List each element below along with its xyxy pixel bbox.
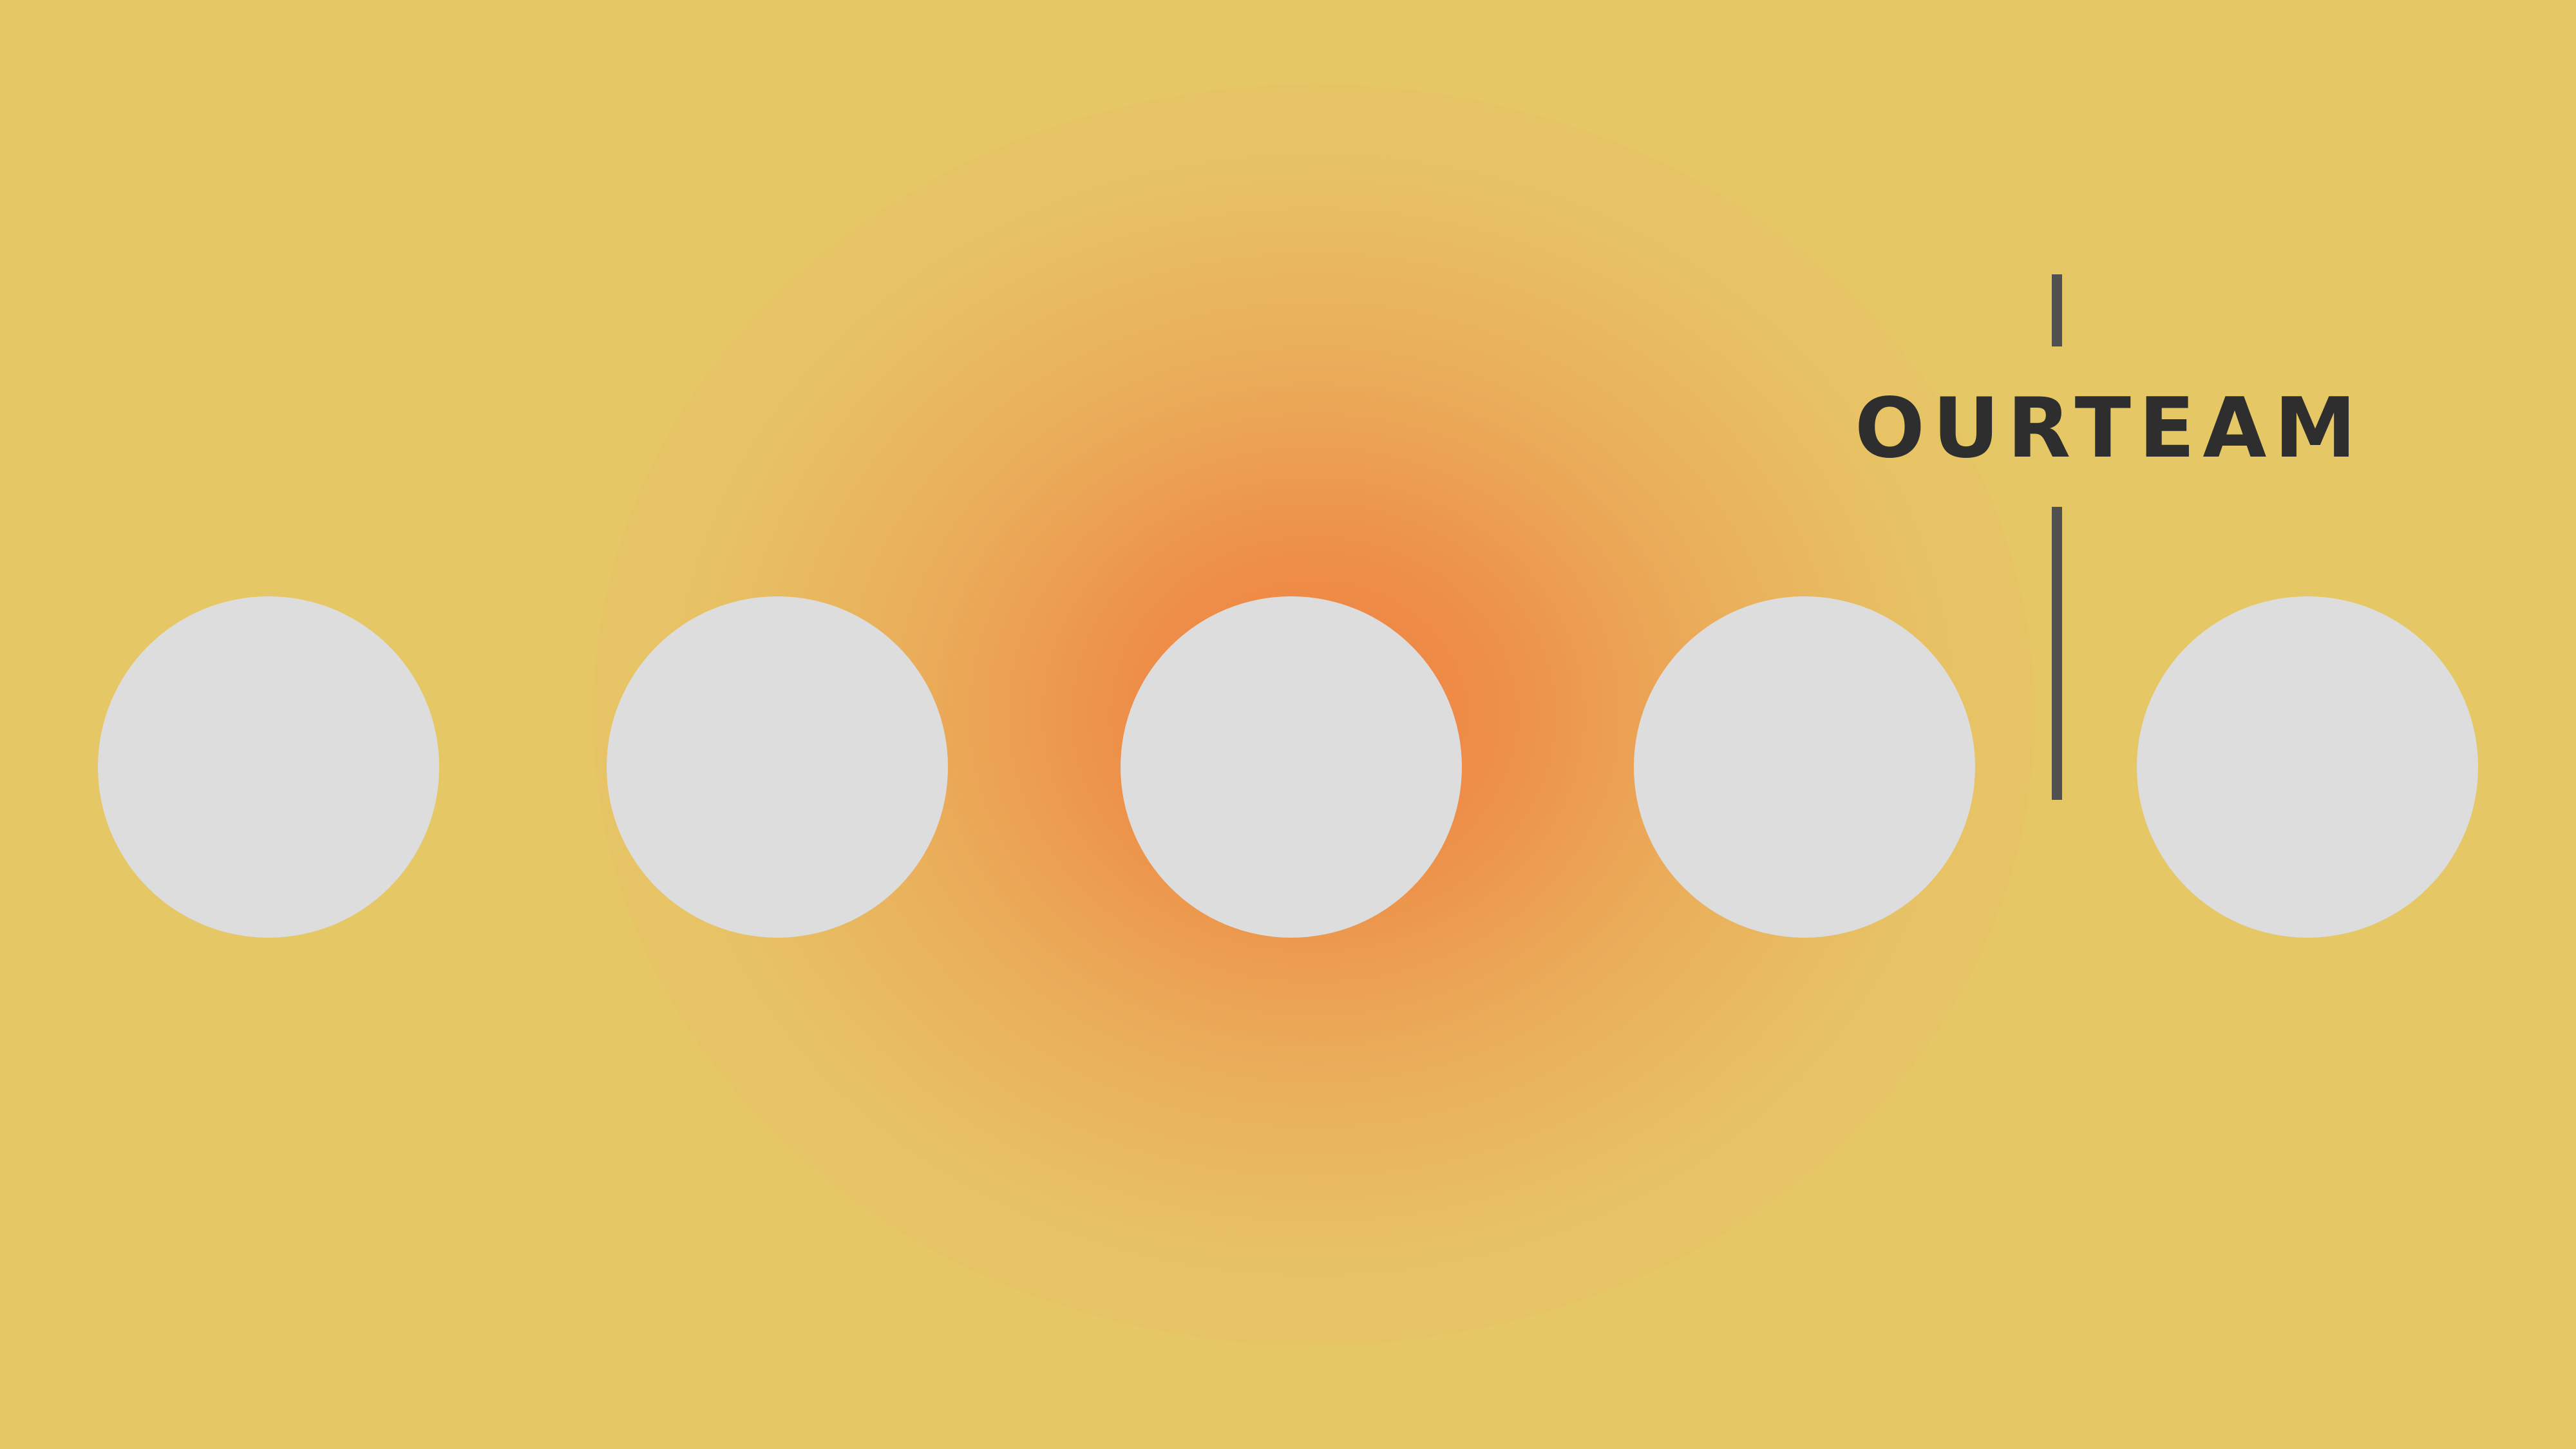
team-photo-placeholder-5	[2137, 596, 2478, 938]
divider-line-bottom	[2052, 507, 2062, 800]
team-photo-placeholder-4	[1634, 596, 1975, 938]
team-photo-placeholder-3	[1121, 596, 1462, 938]
team-photo-placeholder-2	[607, 596, 948, 938]
slide-title: OURTEAM	[1855, 380, 2364, 477]
divider-line-top	[2052, 274, 2062, 346]
team-photo-placeholder-1	[98, 596, 439, 938]
slide: OURTEAM	[0, 0, 2576, 1449]
